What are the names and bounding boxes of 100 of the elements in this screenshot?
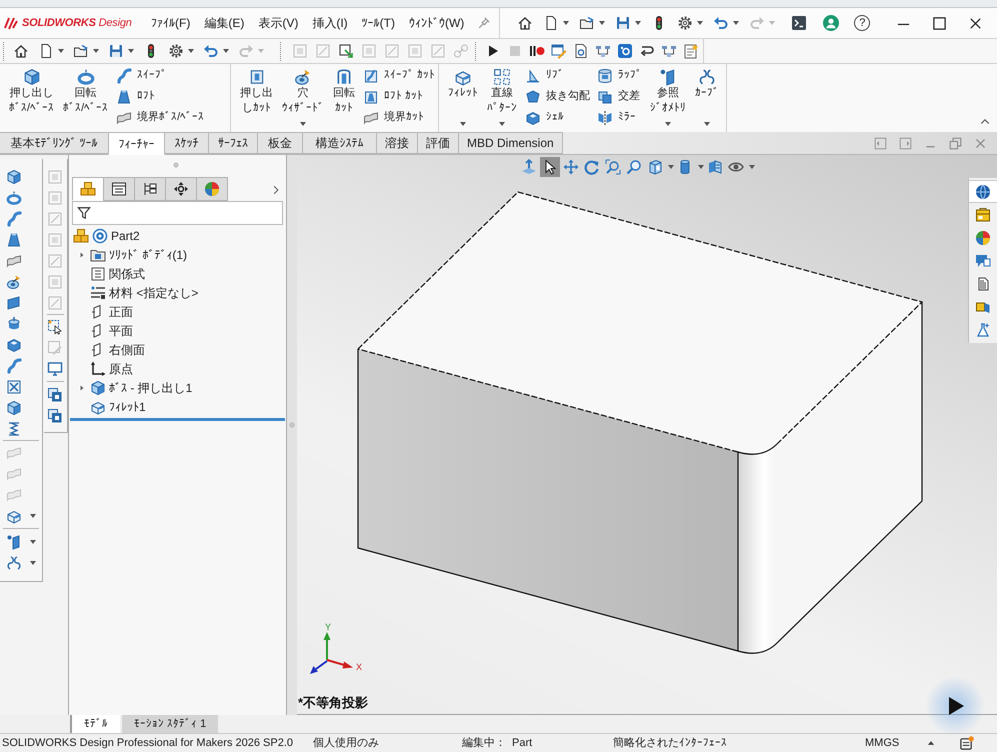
caret-icon[interactable] (668, 165, 674, 169)
chevron-right-icon[interactable] (271, 185, 281, 195)
cone-icon[interactable] (6, 232, 22, 248)
tree-item[interactable]: ﾎﾞｽ - 押し出し1 (109, 378, 192, 396)
hole-icon[interactable] (6, 274, 22, 290)
caret-icon[interactable] (300, 122, 306, 126)
handle-dot-icon[interactable] (289, 422, 295, 428)
tree-item[interactable]: 関係式 (109, 264, 145, 282)
panel-right-icon[interactable] (899, 136, 912, 150)
command-button[interactable]: 回転 ｶｯﾄ (329, 64, 359, 132)
command-button[interactable]: ｽｲｰﾌﾟ (113, 65, 208, 86)
toggle-tile-icon[interactable] (617, 43, 633, 59)
caret-icon[interactable] (128, 49, 134, 53)
ribbon-tab[interactable]: 板金 (257, 132, 303, 154)
ribbon-tab[interactable]: MBD Dimension (458, 132, 563, 154)
hollow-block-icon[interactable] (6, 336, 22, 352)
menu-item[interactable]: 挿入(I) (307, 12, 353, 34)
settings-icon[interactable] (677, 15, 694, 31)
tree-item[interactable]: 平面 (109, 322, 133, 340)
window-pencil-icon[interactable] (551, 43, 567, 59)
unit-system[interactable]: MMGS (865, 734, 923, 752)
filter-field[interactable] (72, 201, 283, 225)
tree-item[interactable]: ｿﾘｯﾄﾞ ﾎﾞﾃﾞｨ(1) (109, 246, 187, 264)
command-button[interactable]: 境界ｶｯﾄ (360, 107, 438, 128)
spring-icon[interactable] (6, 420, 22, 436)
panel-tab[interactable] (103, 177, 135, 201)
ribbon-tab[interactable]: ｽｹｯﾁ (164, 132, 209, 154)
close-icon[interactable] (968, 16, 982, 30)
command-button[interactable]: ﾌｨﾚｯﾄ (444, 64, 482, 132)
command-button[interactable]: ﾘﾌﾞ (522, 65, 593, 86)
monitor-icon[interactable] (47, 360, 63, 376)
avatar-icon[interactable] (823, 15, 840, 31)
folder-icon[interactable] (73, 43, 89, 59)
save-icon[interactable] (108, 43, 124, 59)
command-button[interactable]: ｼｪﾙ (522, 107, 593, 128)
ring-icon[interactable] (6, 190, 22, 206)
tree-item[interactable]: Part2 (111, 226, 140, 244)
save-icon[interactable] (615, 15, 632, 31)
command-button[interactable]: 押し出し ﾎﾞｽ/ﾍﾞｰｽ (5, 64, 58, 132)
caret-icon[interactable] (698, 165, 704, 169)
ribbon-tab[interactable]: 溶接 (376, 132, 418, 154)
curve-icon[interactable] (6, 554, 22, 570)
dot-plane-icon[interactable] (6, 534, 22, 550)
menu-item[interactable]: ｳｨﾝﾄﾞｳ(W) (404, 12, 470, 34)
stacked-squares-icon[interactable] (47, 386, 63, 402)
caret-icon[interactable] (58, 49, 64, 53)
command-button[interactable]: ﾛﾌﾄ (113, 86, 208, 107)
caret-icon[interactable] (599, 21, 606, 25)
restore-icon[interactable] (949, 136, 962, 150)
menu-item[interactable]: ﾌｧｲﾙ(F) (146, 12, 196, 34)
caret-icon[interactable] (665, 122, 671, 126)
maximize-icon[interactable] (932, 16, 946, 30)
view-tool-button[interactable] (540, 157, 560, 177)
command-button[interactable]: ｽｲｰﾌﾟ ｶｯﾄ (360, 65, 438, 86)
list-badge-icon[interactable] (959, 736, 974, 750)
ribbon-tab[interactable]: ﾌｨｰﾁｬｰ (108, 132, 165, 155)
bottom-tab[interactable]: ﾓﾃﾞﾙ (70, 715, 120, 733)
home-icon[interactable] (13, 43, 29, 59)
caret-icon[interactable] (188, 49, 194, 53)
command-button[interactable]: 押し出 しｶｯﾄ (236, 64, 277, 132)
panel-left-icon[interactable] (874, 136, 887, 150)
caret-icon[interactable] (499, 122, 505, 126)
terminal-icon[interactable] (791, 15, 808, 31)
ribbon-tab[interactable]: 評価 (417, 132, 459, 154)
caret-icon[interactable] (697, 21, 704, 25)
crossed-box-icon[interactable] (6, 378, 22, 394)
tree-item[interactable]: 正面 (109, 302, 133, 320)
caret-icon[interactable] (460, 122, 466, 126)
expand-arrow-icon[interactable] (78, 250, 86, 258)
command-button[interactable]: ｶｰﾌﾞ (691, 64, 723, 132)
menu-item[interactable]: 表示(V) (253, 12, 304, 34)
command-button[interactable]: 回転 ﾎﾞｽ/ﾍﾞｰｽ (59, 64, 112, 132)
caret-icon[interactable] (30, 560, 36, 564)
frame-cursor-icon[interactable] (47, 318, 63, 334)
command-button[interactable]: ﾗｯﾌﾟ (594, 65, 645, 86)
ribbon-tab[interactable]: ｻｰﾌｪｽ (208, 132, 258, 154)
cube-icon[interactable] (6, 400, 22, 416)
undo-icon[interactable] (713, 15, 730, 31)
command-button[interactable]: ﾐﾗｰ (594, 107, 645, 128)
caret-icon[interactable] (30, 514, 36, 518)
command-button[interactable]: 参照 ｼﾞｵﾒﾄﾘ (646, 64, 690, 132)
home-icon[interactable] (517, 15, 534, 31)
return-arrow-icon[interactable] (639, 43, 655, 59)
undo-icon[interactable] (203, 43, 219, 59)
folder-icon[interactable] (579, 15, 596, 31)
connector-icon[interactable] (661, 43, 677, 59)
bottom-tab[interactable]: ﾓｰｼｮﾝ ｽﾀﾃﾞｨ 1 (122, 715, 218, 733)
tree-item[interactable]: 材料 <指定なし> (109, 284, 198, 302)
caret-icon[interactable] (223, 49, 229, 53)
s-curve-icon[interactable] (6, 358, 22, 374)
tree-item[interactable]: ﾌｨﾚｯﾄ1 (109, 398, 146, 416)
ribbon-tab[interactable]: 基本ﾓﾃﾞﾘﾝｸﾞ ﾂｰﾙ (0, 132, 109, 154)
caret-icon[interactable] (30, 540, 36, 544)
cylinder-icon[interactable] (6, 316, 22, 332)
panel-tab[interactable] (134, 177, 166, 201)
tree-item[interactable]: 原点 (109, 360, 133, 378)
expand-arrow-icon[interactable] (78, 384, 86, 392)
s-curve-icon[interactable] (6, 210, 22, 226)
command-button[interactable]: 抜き勾配 (522, 86, 593, 107)
sheet-icon[interactable] (6, 294, 22, 310)
